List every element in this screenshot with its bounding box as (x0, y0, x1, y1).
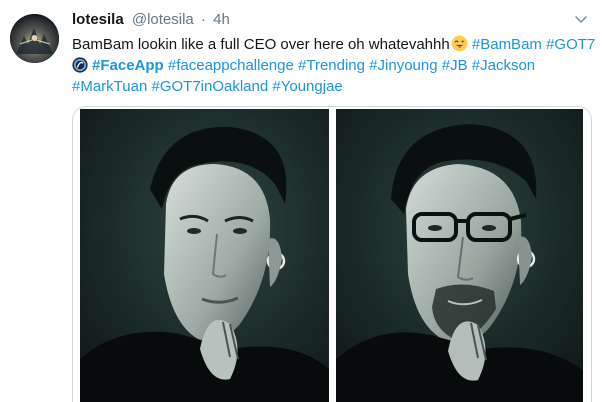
hashtag-link[interactable]: #Jackson (472, 57, 535, 74)
hashtag-link[interactable]: #Youngjae (272, 78, 342, 95)
tweet-text-line-1: BamBam lookin like a full CEO over here … (72, 34, 595, 55)
tweet-text-line-3: #MarkTuan #GOT7inOakland #Youngjae (72, 76, 592, 97)
photo-faceapp-edit[interactable] (336, 109, 583, 402)
photo-original[interactable] (80, 109, 329, 402)
tweet-timestamp[interactable]: 4h (213, 11, 230, 28)
tweet-header: lotesila @lotesila · 4h (72, 10, 230, 30)
hashtag-link[interactable]: #faceappchallenge (168, 57, 294, 74)
separator-dot: · (200, 11, 206, 28)
hashtag-link[interactable]: #GOT7inOakland (151, 78, 268, 95)
faceapp-logo-icon (72, 57, 88, 73)
hashtag-link[interactable]: #JB (442, 57, 468, 74)
hashtag-link[interactable]: #Trending (298, 57, 365, 74)
hashtag-link[interactable]: #BamBam (472, 36, 542, 53)
hashtag-link[interactable]: #FaceApp (92, 57, 164, 74)
tweet-media (72, 106, 592, 402)
hashtag-link[interactable]: #MarkTuan (72, 78, 147, 95)
user-handle[interactable]: @lotesila (132, 11, 194, 28)
tweet[interactable]: lotesila @lotesila · 4h BamBam lookin li… (0, 0, 602, 402)
tweet-text-line-2: #FaceApp #faceappchallenge #Trending #Ji… (72, 55, 592, 76)
avatar[interactable] (10, 14, 59, 63)
winking-face-with-tongue-icon (451, 35, 468, 52)
display-name[interactable]: lotesila (72, 11, 124, 28)
hashtag-link[interactable]: #GOT7 (546, 36, 595, 53)
tweet-text: BamBam lookin like a full CEO over here … (72, 34, 595, 97)
chevron-down-icon[interactable] (574, 12, 588, 26)
tweet-body-text: BamBam lookin like a full CEO over here … (72, 36, 450, 53)
hashtag-link[interactable]: #Jinyoung (369, 57, 437, 74)
